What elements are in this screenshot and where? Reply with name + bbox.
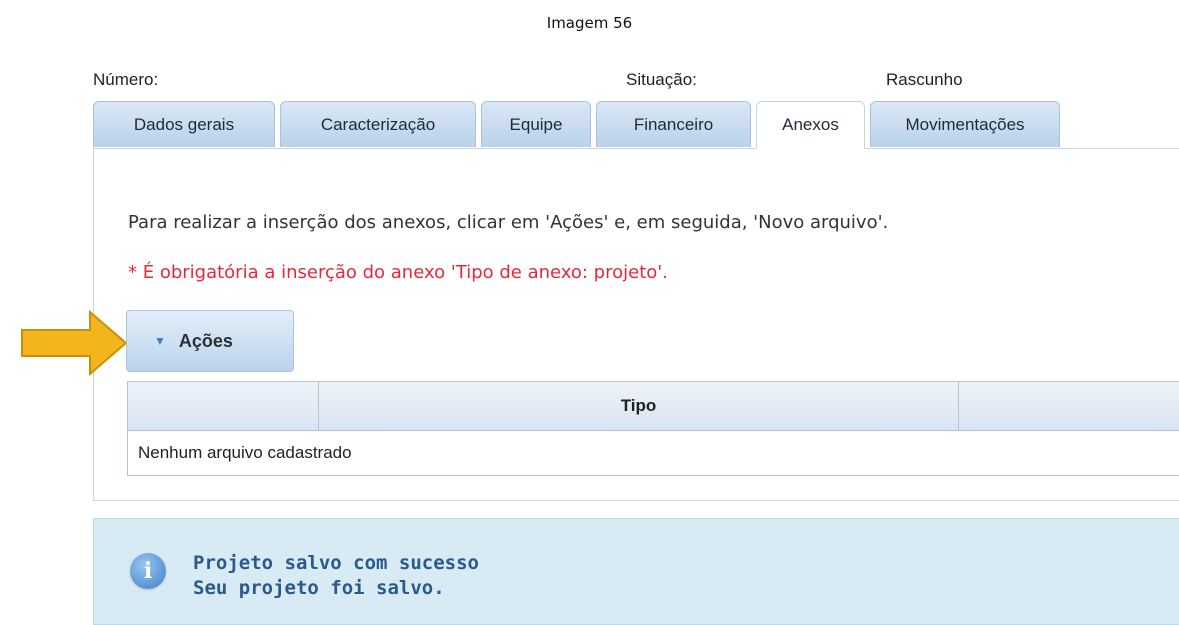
tab-anexos[interactable]: Anexos [756, 101, 865, 149]
pointer-arrow-icon [21, 309, 128, 377]
image-caption: Imagem 56 [546, 14, 633, 32]
table-header: Tipo [128, 382, 1179, 431]
tab-movimentacoes[interactable]: Movimentações [870, 101, 1060, 147]
info-icon: i [130, 553, 166, 589]
attachments-table: Tipo Nenhum arquivo cadastrado [127, 381, 1179, 476]
situacao-value: Rascunho [886, 70, 963, 89]
column-header-extra[interactable] [958, 382, 1179, 430]
instruction-text: Para realizar a inserção dos anexos, cli… [128, 212, 889, 233]
situacao-label: Situação: [626, 70, 697, 89]
column-header-empty[interactable] [128, 382, 318, 430]
table-empty-row: Nenhum arquivo cadastrado [138, 443, 352, 462]
required-note: * É obrigatória a inserção do anexo 'Tip… [128, 262, 668, 283]
tab-caracterizacao[interactable]: Caracterização [280, 101, 476, 147]
numero-label: Número: [93, 70, 159, 89]
actions-button-label: Ações [178, 330, 233, 351]
tab-equipe[interactable]: Equipe [481, 101, 591, 147]
triangle-down-icon: ▼ [154, 334, 166, 348]
actions-button[interactable]: ▼ Ações [126, 310, 294, 372]
tab-financeiro[interactable]: Financeiro [596, 101, 751, 147]
column-header-tipo[interactable]: Tipo [318, 382, 958, 430]
tab-dados-gerais[interactable]: Dados gerais [93, 101, 275, 147]
message-title: Projeto salvo com sucesso [193, 552, 479, 574]
message-body: Seu projeto foi salvo. [193, 577, 445, 599]
